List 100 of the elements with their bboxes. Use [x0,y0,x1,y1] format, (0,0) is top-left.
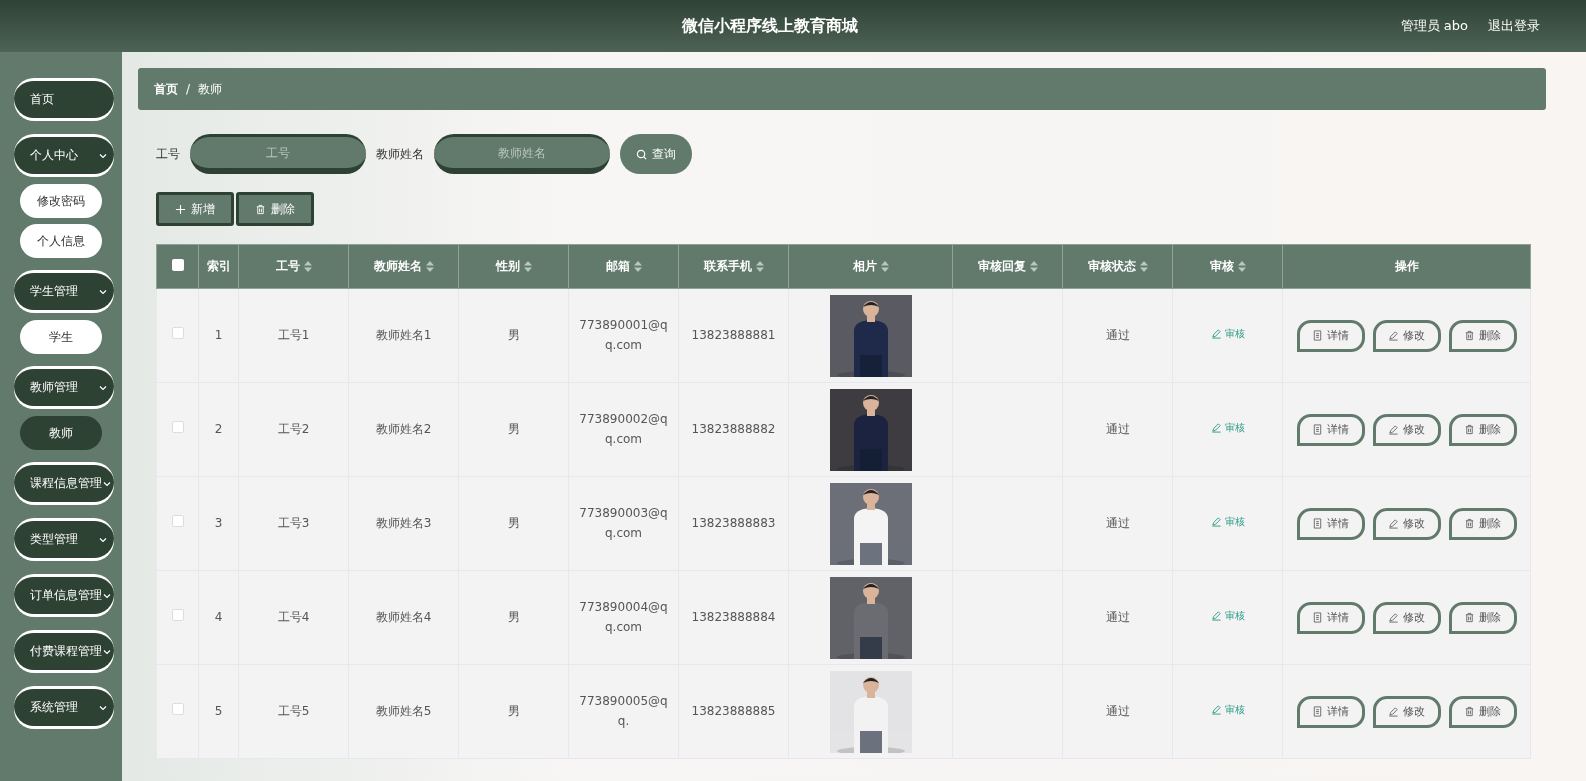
column-header[interactable]: 性别 [495,259,520,273]
user-name: 管理员 abo [1400,17,1468,35]
submenu-item[interactable]: 学生 [20,320,102,354]
column-header[interactable]: 相片 [852,259,877,273]
table-cell: 通过 [1105,421,1130,436]
pencil-icon [1210,422,1222,434]
submenu-item[interactable]: 个人信息 [20,224,102,258]
menu-item[interactable]: 付费课程管理 [14,630,114,670]
document-icon [1312,706,1323,717]
menu-item[interactable]: 订单信息管理 [14,574,114,614]
edit-button[interactable]: 修改 [1372,601,1441,634]
trash-icon [1464,706,1475,717]
pencil-icon [1388,330,1399,341]
document-icon [1312,330,1323,341]
column-header[interactable]: 工号 [275,259,300,273]
table-cell: 男 [507,703,520,718]
table-cell: 工号4 [277,609,310,624]
column-header[interactable]: 邮箱 [605,259,630,273]
row-checkbox[interactable] [171,702,184,715]
table-cell: 工号5 [277,703,310,718]
edit-button[interactable]: 修改 [1372,507,1441,540]
menu-item[interactable]: 课程信息管理 [14,462,114,502]
sort-icon [1237,261,1246,272]
trash-icon [1464,518,1475,529]
sort-icon [1139,261,1148,272]
field-label: 教师姓名 [376,145,424,163]
row-checkbox[interactable] [171,608,184,621]
row-index: 1 [214,327,223,342]
row-index: 5 [214,703,223,718]
plus-icon [175,203,186,215]
submenu-item[interactable]: 修改密码 [20,184,102,218]
document-icon [1312,518,1323,529]
table-cell: 男 [507,421,520,436]
table-cell: 男 [507,327,520,342]
table-cell: 13823888885 [691,703,776,718]
breadcrumb-item[interactable]: 教师 [198,80,223,98]
detail-button[interactable]: 详情 [1296,695,1365,728]
table-cell: 通过 [1105,515,1130,530]
table-cell: 通过 [1105,703,1130,718]
sort-icon [880,261,889,272]
logout-link[interactable]: 退出登录 [1488,17,1540,35]
trash-icon [1464,612,1475,623]
menu-item[interactable]: 个人中心 [14,134,114,174]
edit-button[interactable]: 修改 [1372,319,1441,352]
breadcrumb-item[interactable]: 首页 [154,80,178,98]
delete-button[interactable]: 删除 [1448,319,1517,352]
pencil-icon [1388,612,1399,623]
row-index: 2 [214,421,223,436]
table-cell: 教师姓名5 [375,703,432,718]
detail-button[interactable]: 详情 [1296,507,1365,540]
search-field[interactable]: 工号 [190,134,366,174]
select-all-checkbox[interactable] [171,259,184,271]
detail-button[interactable]: 详情 [1296,601,1365,634]
delete-button[interactable]: 删除 [1448,601,1517,634]
table-cell: 教师姓名2 [375,421,432,436]
row-checkbox[interactable] [171,420,184,433]
table-cell: 通过 [1105,327,1130,342]
table-cell: 教师姓名1 [375,327,432,342]
detail-button[interactable]: 详情 [1296,413,1365,446]
column-header[interactable]: 审核状态 [1087,259,1136,273]
submenu-item[interactable]: 教师 [20,416,102,450]
pencil-icon [1388,518,1399,529]
menu-item[interactable]: 学生管理 [14,270,114,310]
delete-button[interactable]: 删除 [236,192,314,226]
breadcrumb-separator: / [186,82,191,96]
sort-icon [303,261,312,272]
delete-button[interactable]: 删除 [1448,507,1517,540]
row-checkbox[interactable] [171,326,184,339]
menu-item[interactable]: 教师管理 [14,366,114,406]
column-header[interactable]: 审核 [1209,259,1234,273]
column-header[interactable]: 教师姓名 [373,259,422,273]
column-header[interactable]: 联系手机 [703,259,752,273]
table-cell: 773890001@qq.com [579,318,668,352]
search-field[interactable]: 教师姓名 [434,134,610,174]
delete-button[interactable]: 删除 [1448,695,1517,728]
pencil-icon [1388,706,1399,717]
menu-item[interactable]: 首页 [14,78,114,118]
pencil-icon [1210,516,1222,528]
column-header: 操作 [1394,259,1419,273]
menu-item[interactable]: 类型管理 [14,518,114,558]
row-checkbox[interactable] [171,514,184,527]
column-header[interactable]: 审核回复 [977,259,1026,273]
edit-button[interactable]: 修改 [1372,695,1441,728]
pencil-icon [1210,610,1222,622]
table-cell: 13823888881 [691,327,776,342]
table-cell: 773890002@qq.com [579,412,668,446]
delete-button[interactable]: 删除 [1448,413,1517,446]
table-cell: 教师姓名4 [375,609,432,624]
add-button[interactable]: 新增 [156,192,234,226]
search-button[interactable]: 查询 [620,134,692,174]
pencil-icon [1388,424,1399,435]
sort-icon [1029,261,1038,272]
table-cell: 773890005@qq. [579,694,668,728]
menu-item[interactable]: 系统管理 [14,686,114,726]
edit-button[interactable]: 修改 [1372,413,1441,446]
detail-button[interactable]: 详情 [1296,319,1365,352]
trash-icon [255,203,266,215]
table-cell: 13823888883 [691,515,776,530]
table-cell: 男 [507,515,520,530]
sort-icon [523,261,532,272]
